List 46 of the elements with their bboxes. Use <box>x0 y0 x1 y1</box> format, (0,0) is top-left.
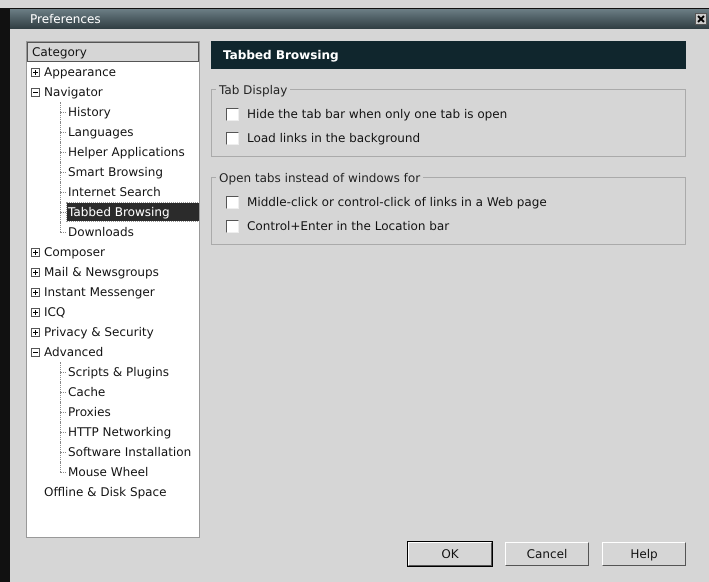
checkbox[interactable] <box>226 220 239 232</box>
expand-icon[interactable] <box>31 288 40 296</box>
tree-item[interactable]: Tabbed Browsing <box>67 203 199 221</box>
tree-item[interactable]: History <box>67 103 112 121</box>
tree-item[interactable]: Composer <box>43 243 106 261</box>
checkbox[interactable] <box>226 196 239 208</box>
tree-item[interactable]: Cache <box>67 383 106 401</box>
checkbox-label: Control+Enter in the Location bar <box>247 218 450 235</box>
tree-item[interactable]: Appearance <box>43 63 118 81</box>
tree-item[interactable]: Smart Browsing <box>67 163 164 181</box>
checkbox-label: Hide the tab bar when only one tab is open <box>247 106 508 123</box>
checkbox-label: Load links in the background <box>247 130 420 147</box>
expand-icon[interactable] <box>31 68 40 76</box>
tree-item[interactable]: Scripts & Plugins <box>67 363 170 381</box>
tree-item[interactable]: Mouse Wheel <box>67 463 150 481</box>
tree-item[interactable]: Advanced <box>43 343 104 361</box>
tree-item[interactable]: Privacy & Security <box>43 323 155 341</box>
expand-icon[interactable] <box>31 308 40 316</box>
tree-item[interactable]: Instant Messenger <box>43 283 156 301</box>
close-icon <box>697 15 705 23</box>
tree-item[interactable]: Proxies <box>67 403 112 421</box>
tree-item[interactable]: ICQ <box>43 303 66 321</box>
tree-item[interactable]: Software Installation <box>67 443 192 461</box>
tree-item[interactable]: Internet Search <box>67 183 162 201</box>
tree-item[interactable]: Mail & Newsgroups <box>43 263 160 281</box>
expand-icon[interactable] <box>31 248 40 256</box>
column-header[interactable]: Category <box>27 42 199 62</box>
expand-icon[interactable] <box>31 328 40 336</box>
close-button[interactable] <box>695 13 707 25</box>
collapse-icon[interactable] <box>31 348 40 356</box>
checkbox[interactable] <box>226 132 239 144</box>
dialog-button[interactable]: Help <box>602 542 686 566</box>
collapse-icon[interactable] <box>31 88 40 96</box>
expand-icon[interactable] <box>31 268 40 276</box>
tree-item[interactable]: Offline & Disk Space <box>43 483 168 501</box>
tree-item[interactable]: Navigator <box>43 83 104 101</box>
window-title: Preferences <box>29 11 101 28</box>
checkbox[interactable] <box>226 108 239 120</box>
tree-item[interactable]: Downloads <box>67 223 135 241</box>
tree-item[interactable]: Helper Applications <box>67 143 186 161</box>
panel-heading: Tabbed Browsing <box>211 41 686 69</box>
tree-item[interactable]: HTTP Networking <box>67 423 172 441</box>
dialog-button[interactable]: OK <box>408 542 492 566</box>
checkbox-label: Middle-click or control-click of links in a Web page <box>247 194 547 211</box>
dialog-button[interactable]: Cancel <box>505 542 589 566</box>
tree-item[interactable]: Languages <box>67 123 134 141</box>
